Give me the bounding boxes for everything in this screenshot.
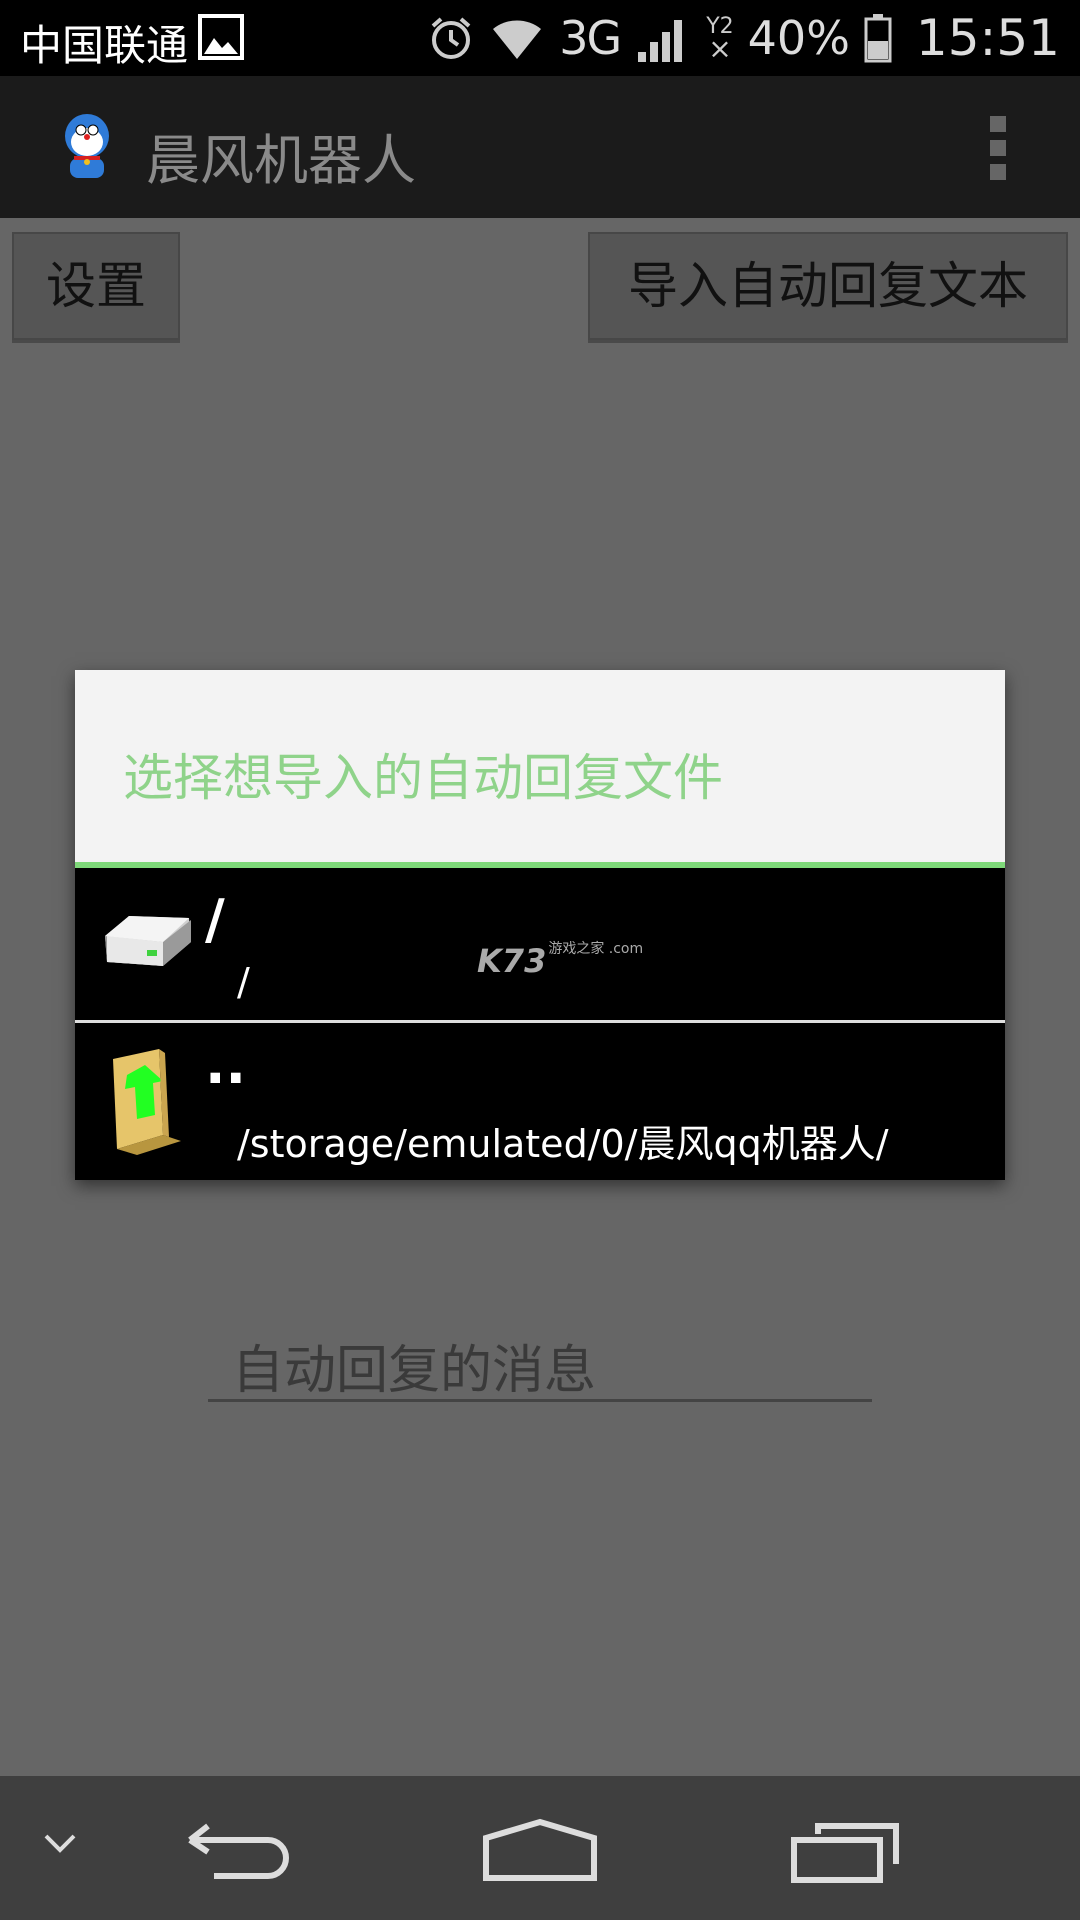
file-list-item-root[interactable]: / / K73 游戏之家 .com [75, 868, 1005, 1020]
recents-icon[interactable] [790, 1822, 900, 1884]
watermark-text: K73 [477, 942, 547, 980]
battery-icon [864, 14, 892, 63]
network-type-label: 3G [559, 11, 622, 65]
settings-button[interactable]: 设置 [12, 232, 180, 340]
folder-up-icon [113, 1049, 181, 1155]
input-underline [208, 1399, 872, 1402]
watermark-subtext: 游戏之家 .com [548, 941, 644, 957]
watermark-logo: K73 游戏之家 .com [477, 942, 643, 980]
action-bar: 晨风机器人 [0, 76, 1080, 218]
battery-percent: 40% [747, 11, 850, 65]
sim2-indicator: Y2 × [706, 14, 734, 65]
alarm-icon [431, 17, 471, 59]
overflow-menu-icon[interactable] [986, 116, 1010, 182]
file-chooser-dialog: 选择想导入的自动回复文件 / / K73 游戏之家 .com .. /storag… [75, 670, 1005, 1180]
status-bar: 中国联通 3G Y2 × 40% 15:51 [0, 0, 1080, 76]
signal-icon [638, 20, 683, 62]
back-icon[interactable] [184, 1822, 294, 1882]
navigation-bar [0, 1776, 1080, 1920]
autoreply-message-field[interactable]: 自动回复的消息 [208, 1320, 872, 1402]
home-icon[interactable] [482, 1818, 598, 1882]
app-icon [65, 114, 109, 178]
dialog-title: 选择想导入的自动回复文件 [123, 749, 723, 807]
status-icons: 3G Y2 × 40% 15:51 [427, 8, 1060, 68]
drive-icon [105, 916, 191, 966]
carrier-label: 中国联通 [20, 21, 189, 70]
wifi-icon [493, 20, 542, 59]
hide-keyboard-icon[interactable] [40, 1828, 80, 1858]
clock: 15:51 [915, 9, 1060, 67]
app-title: 晨风机器人 [146, 129, 416, 192]
file-path: / [237, 960, 250, 1004]
import-autoreply-button[interactable]: 导入自动回复文本 [588, 232, 1068, 340]
file-list-item-parent[interactable]: .. /storage/emulated/0/晨风qq机器人/ [75, 1023, 1005, 1180]
file-name: .. [205, 1033, 247, 1096]
gallery-icon [198, 14, 244, 60]
file-path: /storage/emulated/0/晨风qq机器人/ [237, 1122, 889, 1166]
file-name: / [205, 888, 225, 951]
dialog-header: 选择想导入的自动回复文件 [75, 670, 1005, 862]
autoreply-message-placeholder: 自动回复的消息 [232, 1341, 597, 1401]
